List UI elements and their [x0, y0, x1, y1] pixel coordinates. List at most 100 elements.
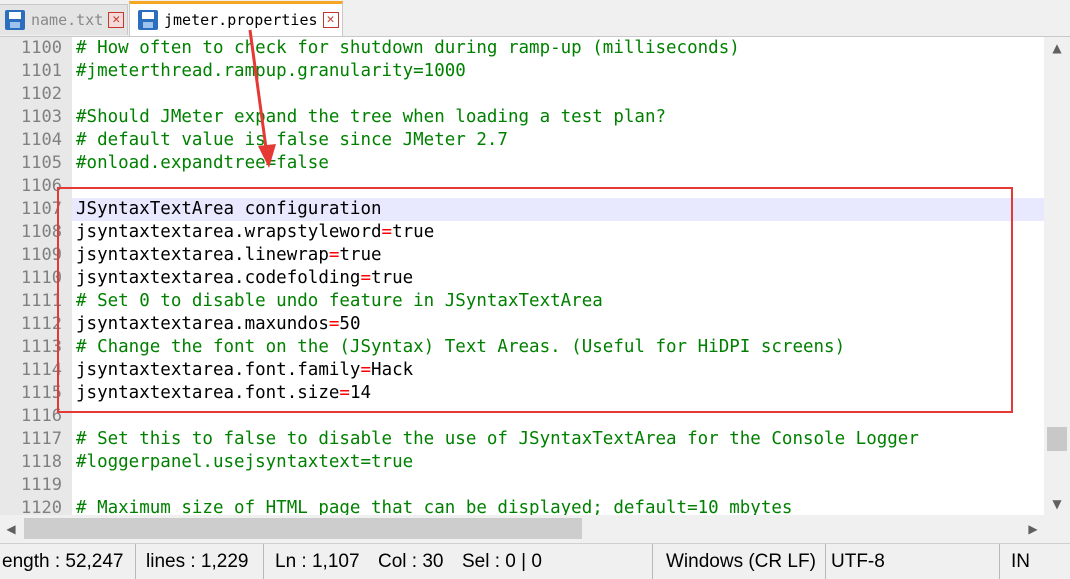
equals-operator: = — [360, 268, 372, 288]
line-number: 1106 — [0, 175, 72, 198]
code-text: # default value is false since JMeter 2.… — [76, 130, 508, 150]
code-line[interactable]: 1112 jsyntaxtextarea.maxundos=50 — [0, 313, 1044, 336]
line-number: 1108 — [0, 221, 72, 244]
line-number: 1111 — [0, 290, 72, 313]
tab-bar: name.txt ✕ jmeter.properties ✕ — [0, 0, 1070, 37]
line-number: 1101 — [0, 60, 72, 83]
property-key: jsyntaxtextarea.linewrap — [76, 245, 329, 265]
code-line[interactable]: 1104 # default value is false since JMete… — [0, 129, 1044, 152]
code-line[interactable]: 1115 jsyntaxtextarea.font.size=14 — [0, 382, 1044, 405]
scroll-left-icon[interactable]: ◀ — [0, 515, 22, 543]
tab-label: name.txt — [31, 11, 104, 29]
equals-operator: = — [339, 383, 350, 403]
property-value: 50 — [339, 314, 361, 334]
line-number: 1104 — [0, 129, 72, 152]
code-line[interactable]: 1108 jsyntaxtextarea.wrapstyleword=true — [0, 221, 1044, 244]
tab-name-txt[interactable]: name.txt ✕ — [0, 4, 128, 35]
line-number: 1107 — [0, 198, 72, 221]
equals-operator: = — [360, 360, 372, 380]
line-number: 1105 — [0, 152, 72, 175]
code-line[interactable]: 1119 — [0, 474, 1044, 497]
line-number: 1100 — [0, 37, 72, 60]
equals-operator: = — [328, 314, 340, 334]
save-icon — [138, 10, 158, 30]
status-encoding[interactable]: UTF-8 — [826, 544, 1000, 579]
line-number: 1118 — [0, 451, 72, 474]
code-text: #Should JMeter expand the tree when load… — [76, 107, 667, 127]
code-text: #onload.expandtree=false — [76, 153, 329, 173]
code-text: jsyntaxtextarea.wrapstyleword=true — [76, 221, 434, 244]
equals-operator: = — [381, 222, 393, 242]
code-text: jsyntaxtextarea.linewrap=true — [76, 244, 382, 267]
property-key: jsyntaxtextarea.font.size — [76, 383, 340, 403]
vertical-scroll-thumb[interactable] — [1047, 427, 1067, 451]
line-number: 1113 — [0, 336, 72, 359]
code-editor[interactable]: 1100 # How often to check for shutdown du… — [0, 37, 1044, 515]
line-number: 1112 — [0, 313, 72, 336]
status-ln: Ln : 1,107 — [275, 551, 360, 572]
status-col: Col : 30 — [378, 551, 444, 572]
code-line[interactable]: 1110 jsyntaxtextarea.codefolding=true — [0, 267, 1044, 290]
code-line[interactable]: 1107 JSyntaxTextArea configuration — [0, 198, 1044, 221]
status-length: ength : 52,247 — [0, 544, 136, 579]
tab-jmeter-properties[interactable]: jmeter.properties ✕ — [129, 1, 343, 36]
scroll-down-icon[interactable]: ▼ — [1044, 493, 1070, 515]
code-line[interactable]: 1118 #loggerpanel.usejsyntaxtext=true — [0, 451, 1044, 474]
property-key: jsyntaxtextarea.font.family — [76, 360, 361, 380]
code-text: # Set 0 to disable undo feature in JSynt… — [76, 291, 603, 311]
scroll-up-icon[interactable]: ▲ — [1044, 37, 1070, 59]
property-key: jsyntaxtextarea.maxundos — [76, 314, 329, 334]
code-line[interactable]: 1117 # Set this to false to disable the u… — [0, 428, 1044, 451]
property-key: jsyntaxtextarea.wrapstyleword — [76, 222, 382, 242]
notepad-plus-plus-window: name.txt ✕ jmeter.properties ✕ 1100 # How… — [0, 0, 1070, 579]
code-text: JSyntaxTextArea configuration — [76, 199, 382, 219]
line-number: 1117 — [0, 428, 72, 451]
code-line[interactable]: 1113 # Change the font on the (JSyntax) T… — [0, 336, 1044, 359]
property-value: true — [392, 222, 435, 242]
code-text: jsyntaxtextarea.font.family=Hack — [76, 359, 413, 382]
code-line[interactable]: 1120 # Maximum size of HTML page that can… — [0, 497, 1044, 515]
code-text: # Set this to false to disable the use o… — [76, 429, 919, 449]
property-value: 14 — [349, 383, 372, 403]
code-line[interactable]: 1109 jsyntaxtextarea.linewrap=true — [0, 244, 1044, 267]
code-line[interactable]: 1105 #onload.expandtree=false — [0, 152, 1044, 175]
close-icon[interactable]: ✕ — [108, 12, 125, 28]
scroll-right-icon[interactable]: ▶ — [1022, 515, 1044, 543]
code-line[interactable]: 1101 #jmeterthread.rampup.granularity=100… — [0, 60, 1044, 83]
save-icon — [5, 10, 25, 30]
code-text: # Change the font on the (JSyntax) Text … — [76, 337, 846, 357]
property-value: true — [339, 245, 382, 265]
code-line[interactable]: 1100 # How often to check for shutdown du… — [0, 37, 1044, 60]
status-bar: ength : 52,247 lines : 1,229 Ln : 1,107 … — [0, 543, 1070, 579]
line-number: 1110 — [0, 267, 72, 290]
horizontal-scrollbar[interactable]: ◀ ▶ — [0, 515, 1070, 543]
code-line[interactable]: 1114 jsyntaxtextarea.font.family=Hack — [0, 359, 1044, 382]
line-number: 1114 — [0, 359, 72, 382]
code-line[interactable]: 1103 #Should JMeter expand the tree when … — [0, 106, 1044, 129]
property-value: Hack — [371, 360, 414, 380]
line-number: 1103 — [0, 106, 72, 129]
line-number: 1102 — [0, 83, 72, 106]
code-line[interactable]: 1102 — [0, 83, 1044, 106]
status-lines: lines : 1,229 — [136, 544, 264, 579]
code-text: jsyntaxtextarea.maxundos=50 — [76, 313, 361, 336]
code-text: #jmeterthread.rampup.granularity=1000 — [76, 61, 466, 81]
tab-label: jmeter.properties — [164, 11, 318, 29]
code-text: # How often to check for shutdown during… — [76, 38, 740, 58]
line-number: 1119 — [0, 474, 72, 497]
horizontal-scroll-thumb[interactable] — [24, 518, 582, 539]
line-number: 1109 — [0, 244, 72, 267]
line-number: 1116 — [0, 405, 72, 428]
status-mode: IN — [1011, 551, 1030, 572]
code-line[interactable]: 1116 — [0, 405, 1044, 428]
property-key: jsyntaxtextarea.codefolding — [76, 268, 361, 288]
code-text: #loggerpanel.usejsyntaxtext=true — [76, 452, 414, 472]
equals-operator: = — [328, 245, 340, 265]
code-line[interactable]: 1106 — [0, 175, 1044, 198]
property-value: true — [371, 268, 414, 288]
vertical-scrollbar[interactable]: ▲ ▼ — [1044, 37, 1070, 515]
status-eol[interactable]: Windows (CR LF) — [653, 544, 826, 579]
close-icon[interactable]: ✕ — [322, 12, 339, 28]
status-sel: Sel : 0 | 0 — [452, 544, 653, 579]
code-line[interactable]: 1111 # Set 0 to disable undo feature in J… — [0, 290, 1044, 313]
